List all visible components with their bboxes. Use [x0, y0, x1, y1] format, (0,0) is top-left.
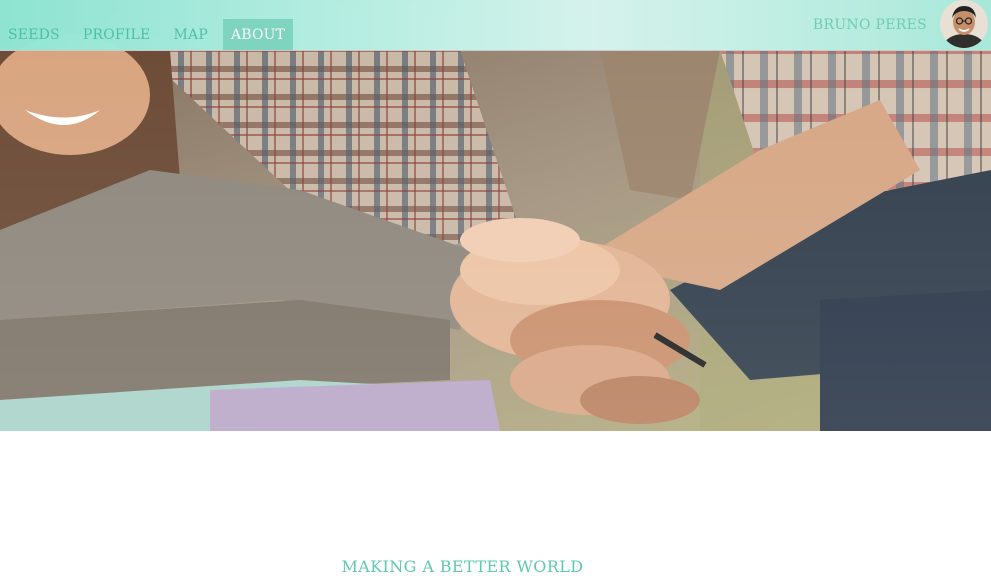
- nav-item-profile[interactable]: PROFILE: [75, 19, 159, 50]
- nav-item-seeds[interactable]: SEEDS: [0, 19, 68, 50]
- hero-image: [0, 0, 991, 431]
- page-headline: MAKING A BETTER WORLD: [341, 557, 584, 576]
- user-avatar[interactable]: [940, 0, 988, 48]
- nav-menu: SEEDS PROFILE MAP ABOUT: [0, 19, 300, 50]
- nav-item-map[interactable]: MAP: [165, 19, 215, 50]
- hands-stacked-illustration: [0, 0, 991, 431]
- about-page: SEEDS PROFILE MAP ABOUT BRUNO PERES MAKI…: [0, 0, 991, 584]
- top-navigation-bar: SEEDS PROFILE MAP ABOUT BRUNO PERES: [0, 0, 991, 51]
- avatar-photo-icon: [940, 0, 988, 48]
- nav-item-about[interactable]: ABOUT: [222, 19, 294, 50]
- user-name[interactable]: BRUNO PERES: [813, 17, 927, 33]
